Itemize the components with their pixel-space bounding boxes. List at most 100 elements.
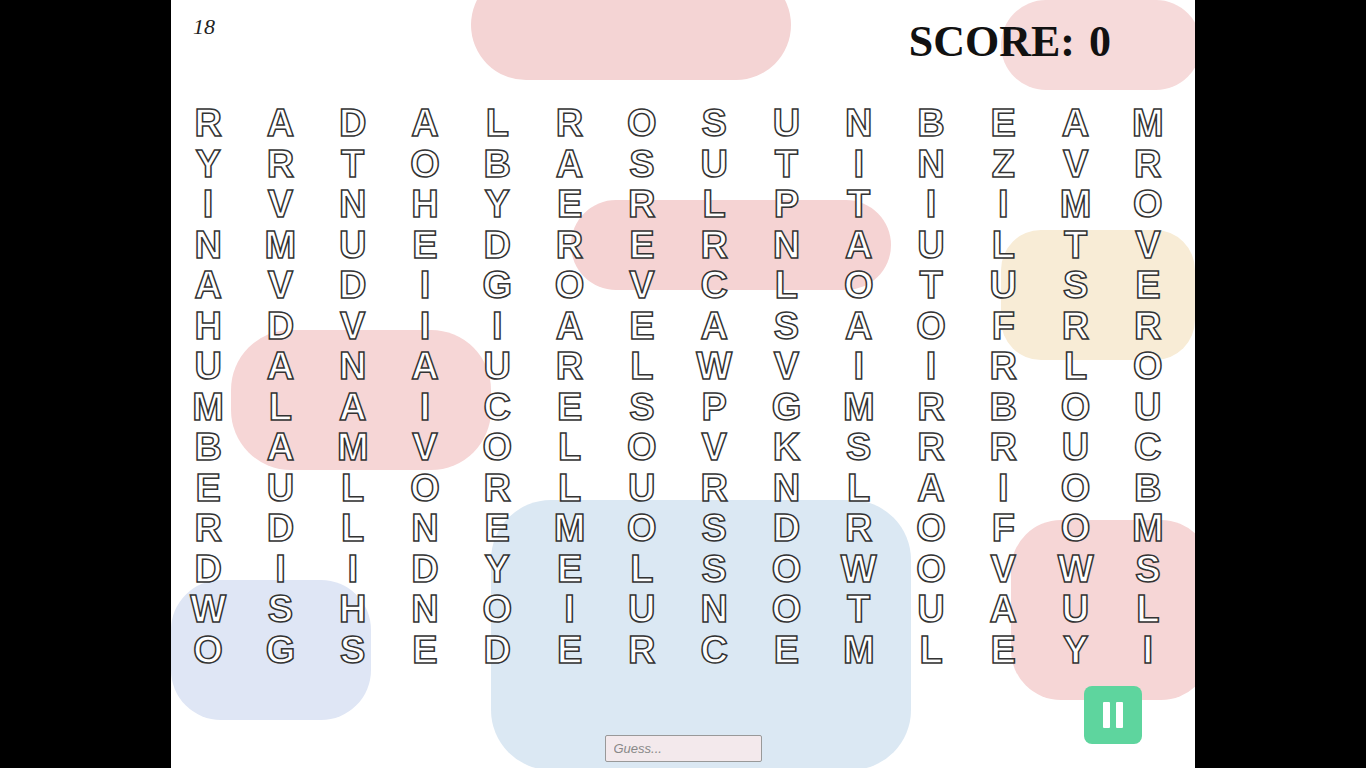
- grid-letter[interactable]: A: [1039, 103, 1111, 144]
- grid-letter[interactable]: U: [317, 225, 389, 266]
- grid-letter[interactable]: U: [967, 265, 1039, 306]
- grid-letter[interactable]: R: [967, 427, 1039, 468]
- grid-letter[interactable]: D: [461, 630, 533, 671]
- grid-letter[interactable]: G: [461, 265, 533, 306]
- grid-letter[interactable]: S: [678, 549, 750, 590]
- grid-letter[interactable]: B: [461, 144, 533, 185]
- grid-letter[interactable]: N: [317, 346, 389, 387]
- grid-letter[interactable]: O: [895, 549, 967, 590]
- grid-letter[interactable]: E: [750, 630, 822, 671]
- grid-letter[interactable]: U: [895, 225, 967, 266]
- grid-letter[interactable]: B: [967, 387, 1039, 428]
- grid-letter[interactable]: O: [750, 549, 822, 590]
- grid-letter[interactable]: C: [678, 630, 750, 671]
- grid-letter[interactable]: B: [1112, 468, 1184, 509]
- grid-letter[interactable]: N: [317, 184, 389, 225]
- grid-letter[interactable]: A: [967, 589, 1039, 630]
- grid-letter[interactable]: A: [317, 387, 389, 428]
- grid-letter[interactable]: P: [750, 184, 822, 225]
- grid-letter[interactable]: R: [1112, 306, 1184, 347]
- grid-letter[interactable]: H: [317, 589, 389, 630]
- pause-button[interactable]: [1084, 686, 1142, 744]
- grid-letter[interactable]: A: [895, 468, 967, 509]
- grid-letter[interactable]: N: [389, 508, 461, 549]
- grid-letter[interactable]: S: [606, 144, 678, 185]
- grid-letter[interactable]: A: [244, 346, 316, 387]
- grid-letter[interactable]: K: [750, 427, 822, 468]
- grid-letter[interactable]: W: [1039, 549, 1111, 590]
- grid-letter[interactable]: M: [317, 427, 389, 468]
- grid-letter[interactable]: I: [823, 346, 895, 387]
- grid-letter[interactable]: O: [461, 589, 533, 630]
- grid-letter[interactable]: I: [461, 306, 533, 347]
- grid-letter[interactable]: Y: [461, 184, 533, 225]
- grid-letter[interactable]: O: [750, 589, 822, 630]
- grid-letter[interactable]: C: [1112, 427, 1184, 468]
- grid-letter[interactable]: O: [1112, 346, 1184, 387]
- grid-letter[interactable]: Y: [1039, 630, 1111, 671]
- grid-letter[interactable]: R: [967, 346, 1039, 387]
- grid-letter[interactable]: V: [967, 549, 1039, 590]
- grid-letter[interactable]: M: [172, 387, 244, 428]
- grid-letter[interactable]: E: [389, 630, 461, 671]
- grid-letter[interactable]: R: [678, 468, 750, 509]
- grid-letter[interactable]: W: [823, 549, 895, 590]
- grid-letter[interactable]: D: [389, 549, 461, 590]
- grid-letter[interactable]: U: [750, 103, 822, 144]
- grid-letter[interactable]: S: [1112, 549, 1184, 590]
- grid-letter[interactable]: M: [244, 225, 316, 266]
- grid-letter[interactable]: O: [823, 265, 895, 306]
- grid-letter[interactable]: M: [1112, 508, 1184, 549]
- grid-letter[interactable]: O: [895, 508, 967, 549]
- grid-letter[interactable]: T: [895, 265, 967, 306]
- grid-letter[interactable]: M: [823, 630, 895, 671]
- grid-letter[interactable]: B: [172, 427, 244, 468]
- grid-letter[interactable]: M: [1112, 103, 1184, 144]
- grid-letter[interactable]: L: [606, 346, 678, 387]
- grid-letter[interactable]: O: [389, 468, 461, 509]
- grid-letter[interactable]: L: [967, 225, 1039, 266]
- grid-letter[interactable]: R: [1112, 144, 1184, 185]
- grid-letter[interactable]: I: [967, 468, 1039, 509]
- grid-letter[interactable]: I: [244, 549, 316, 590]
- grid-letter[interactable]: D: [750, 508, 822, 549]
- grid-letter[interactable]: O: [172, 630, 244, 671]
- grid-letter[interactable]: H: [389, 184, 461, 225]
- grid-letter[interactable]: R: [678, 225, 750, 266]
- grid-letter[interactable]: H: [172, 306, 244, 347]
- grid-letter[interactable]: L: [461, 103, 533, 144]
- grid-letter[interactable]: A: [823, 306, 895, 347]
- grid-letter[interactable]: D: [461, 225, 533, 266]
- grid-letter[interactable]: E: [533, 184, 605, 225]
- grid-letter[interactable]: D: [244, 306, 316, 347]
- grid-letter[interactable]: O: [895, 306, 967, 347]
- grid-letter[interactable]: R: [606, 630, 678, 671]
- grid-letter[interactable]: L: [823, 468, 895, 509]
- grid-letter[interactable]: E: [967, 103, 1039, 144]
- grid-letter[interactable]: R: [533, 103, 605, 144]
- grid-letter[interactable]: N: [750, 468, 822, 509]
- grid-letter[interactable]: A: [389, 103, 461, 144]
- grid-letter[interactable]: O: [1039, 468, 1111, 509]
- grid-letter[interactable]: M: [533, 508, 605, 549]
- grid-letter[interactable]: U: [678, 144, 750, 185]
- grid-letter[interactable]: L: [244, 387, 316, 428]
- grid-letter[interactable]: O: [1039, 387, 1111, 428]
- grid-letter[interactable]: S: [678, 103, 750, 144]
- grid-letter[interactable]: O: [533, 265, 605, 306]
- grid-letter[interactable]: T: [823, 184, 895, 225]
- grid-letter[interactable]: Z: [967, 144, 1039, 185]
- grid-letter[interactable]: U: [172, 346, 244, 387]
- grid-letter[interactable]: S: [1039, 265, 1111, 306]
- grid-letter[interactable]: L: [1039, 346, 1111, 387]
- grid-letter[interactable]: D: [244, 508, 316, 549]
- grid-letter[interactable]: U: [606, 468, 678, 509]
- grid-letter[interactable]: V: [317, 306, 389, 347]
- grid-letter[interactable]: W: [172, 589, 244, 630]
- grid-letter[interactable]: B: [895, 103, 967, 144]
- grid-letter[interactable]: I: [967, 184, 1039, 225]
- grid-letter[interactable]: U: [1039, 427, 1111, 468]
- grid-letter[interactable]: A: [172, 265, 244, 306]
- grid-letter[interactable]: R: [461, 468, 533, 509]
- grid-letter[interactable]: A: [244, 103, 316, 144]
